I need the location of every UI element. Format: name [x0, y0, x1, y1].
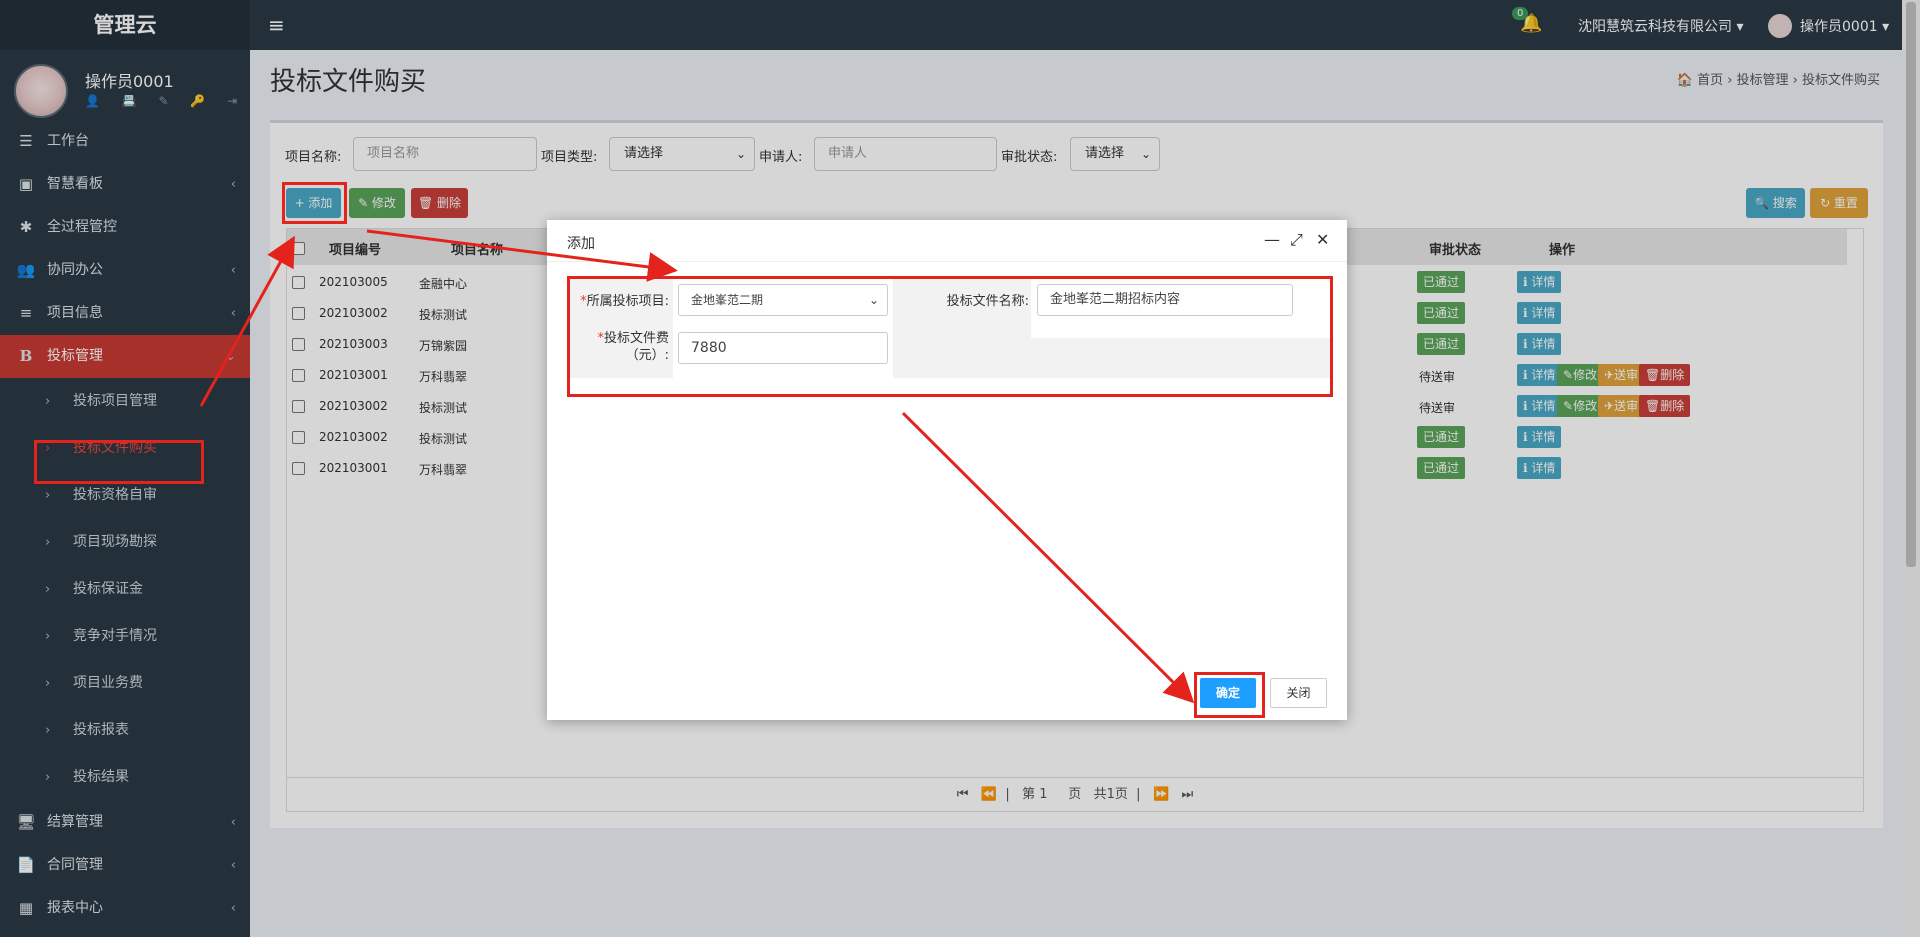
annotation-box-add [282, 182, 347, 224]
close-button[interactable]: 关闭 [1270, 678, 1327, 708]
dialog-header: 添加 — ⤢ ✕ [547, 220, 1347, 262]
annotation-box-confirm [1194, 672, 1265, 718]
annotation-box-form [567, 276, 1333, 397]
annotation-box-sidebar [34, 440, 204, 484]
close-icon[interactable]: ✕ [1316, 230, 1329, 249]
minimize-icon[interactable]: — [1264, 230, 1280, 249]
dialog-title: 添加 [567, 236, 595, 252]
maximize-icon[interactable]: ⤢ [1290, 230, 1303, 250]
